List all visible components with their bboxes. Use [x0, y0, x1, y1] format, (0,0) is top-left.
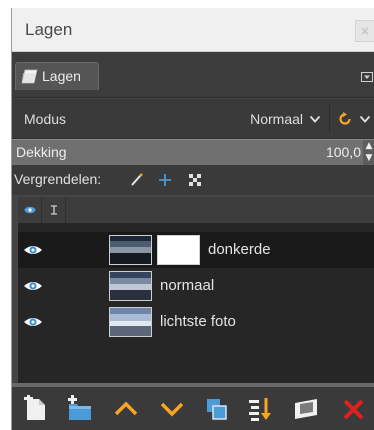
mode-select[interactable]: Normaal — [250, 111, 303, 127]
mode-row: Modus Normaal — [12, 99, 374, 139]
mode-options-chevron-icon[interactable] — [359, 114, 371, 124]
tab-layers[interactable]: Lagen — [15, 62, 99, 90]
raise-layer-icon[interactable] — [112, 395, 140, 423]
layer-row[interactable]: normaal — [18, 268, 374, 304]
layer-name[interactable]: normaal — [160, 277, 214, 294]
layer-name[interactable]: donkerde — [208, 241, 271, 258]
switch-mode-icon[interactable] — [337, 111, 353, 127]
chevron-down-icon[interactable] — [309, 114, 321, 124]
chain-column-header[interactable] — [42, 197, 66, 223]
eye-icon[interactable] — [23, 315, 43, 329]
layer-thumbnail-image — [110, 236, 151, 264]
duplicate-layer-icon[interactable] — [202, 395, 230, 423]
layers-toolbar — [12, 387, 374, 430]
delete-layer-icon[interactable] — [340, 395, 368, 423]
layer-row[interactable]: donkerde — [18, 232, 374, 268]
opacity-row[interactable]: Dekking 100,0 ▲ ▼ — [12, 139, 374, 166]
lock-label: Vergrendelen: — [14, 171, 102, 187]
layers-list: donkerde normaal lichtste foto — [18, 197, 374, 383]
layer-thumbnail-image — [110, 272, 151, 300]
eye-icon[interactable] — [23, 279, 43, 293]
add-mask-icon[interactable] — [292, 395, 320, 423]
lock-row: Vergrendelen: — [12, 165, 374, 195]
layer-name[interactable]: lichtste foto — [160, 313, 236, 330]
layers-icon — [21, 69, 38, 84]
opacity-spinner[interactable]: ▲ ▼ — [363, 140, 374, 166]
layer-thumbnail[interactable] — [109, 307, 152, 337]
eye-icon[interactable] — [23, 243, 43, 257]
tab-menu-icon[interactable] — [361, 72, 373, 82]
new-layer-group-icon[interactable] — [66, 395, 94, 423]
layer-mask-thumbnail[interactable] — [157, 235, 200, 265]
layers-dialog: Lagen × Lagen Modus Normaal Dekking 100,… — [11, 8, 374, 430]
lock-pixels-icon[interactable] — [130, 173, 144, 187]
close-button[interactable]: × — [355, 20, 374, 42]
lower-layer-icon[interactable] — [158, 395, 186, 423]
chain-icon — [51, 205, 57, 215]
tab-label: Lagen — [42, 68, 81, 84]
layers-list-header — [18, 197, 374, 223]
lock-alpha-icon[interactable] — [188, 173, 202, 187]
opacity-value[interactable]: 100,0 — [326, 144, 361, 160]
layer-row[interactable]: lichtste foto — [18, 304, 374, 340]
visibility-column-header[interactable] — [18, 197, 42, 223]
mode-label: Modus — [24, 111, 67, 127]
opacity-label: Dekking — [16, 144, 67, 160]
merge-down-icon[interactable] — [246, 395, 274, 423]
layer-thumbnail-image — [110, 308, 151, 336]
dock-tab-bar: Lagen — [12, 52, 374, 98]
layer-thumbnail[interactable] — [109, 235, 152, 265]
eye-icon — [24, 206, 36, 214]
title-bar: Lagen × — [12, 8, 374, 52]
window-title: Lagen — [25, 20, 73, 39]
new-layer-icon[interactable] — [22, 395, 50, 423]
separator — [329, 105, 330, 133]
layer-thumbnail[interactable] — [109, 271, 152, 301]
lock-position-icon[interactable] — [158, 173, 172, 187]
